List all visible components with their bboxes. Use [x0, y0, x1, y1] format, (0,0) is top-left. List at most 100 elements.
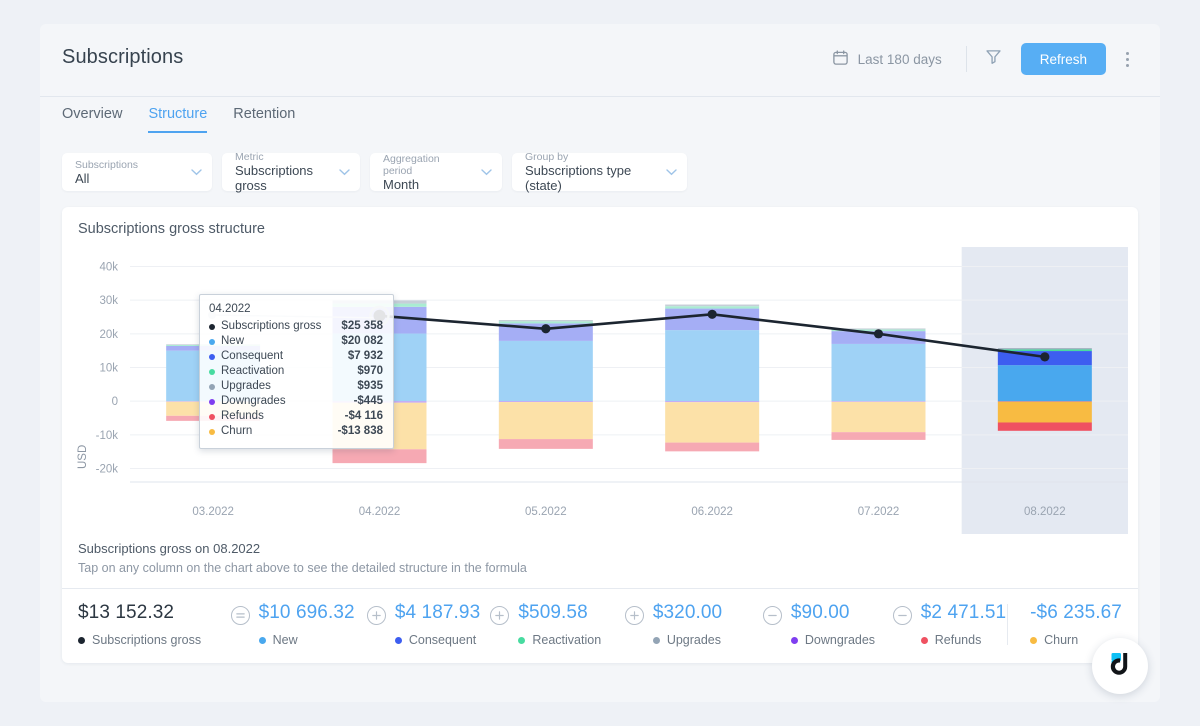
bar-segment-refunds[interactable]: [997, 422, 1092, 431]
tooltip-series-name: Consequent: [221, 350, 284, 362]
summary-item-list: $13 152.32 Subscriptions gross $10 696.32 N…: [78, 589, 1122, 663]
tab-structure[interactable]: Structure: [148, 97, 208, 133]
filter-bar: Subscriptions All Metric Subscriptions g…: [40, 139, 1160, 193]
y-axis-tick-label: 20k: [99, 329, 118, 341]
tooltip-row: Refunds -$4 116: [209, 409, 383, 424]
series-color-dot: [920, 636, 928, 644]
funnel-icon: [984, 47, 1003, 71]
dashly-logo-icon: [1105, 649, 1135, 684]
summary-legend: Downgrades: [790, 633, 876, 647]
select-group-by[interactable]: Group by Subscriptions type (state): [512, 151, 687, 193]
tooltip-series-value: $20 082: [341, 335, 383, 347]
tooltip-rows: Subscriptions gross $25 358 New $20 082 Cons…: [209, 319, 383, 439]
tooltip-series-value: -$445: [353, 395, 383, 407]
tooltip-series-name: Churn: [221, 425, 253, 437]
tooltip-title: 04.2022: [209, 303, 251, 315]
bar-segment-reactivation[interactable]: [498, 321, 593, 324]
bar-segment-refunds[interactable]: [831, 432, 926, 440]
more-options-button[interactable]: [1112, 42, 1142, 76]
summary-legend-label: Consequent: [408, 633, 477, 647]
bar-segment-downgrades[interactable]: [498, 401, 593, 403]
tooltip-series-value: -$4 116: [344, 410, 383, 422]
tooltip-series-name: Upgrades: [221, 380, 271, 392]
page-header: Subscriptions Last 180 days Refresh: [40, 24, 1160, 96]
summary-amount: $4 187.93: [394, 602, 481, 623]
header-toolbar: Last 180 days Refresh: [828, 42, 1142, 76]
bar-segment-downgrades[interactable]: [665, 401, 760, 403]
tooltip-series-value: -$13 838: [337, 425, 383, 437]
series-color-dot: [258, 636, 266, 644]
bar-segment-reactivation[interactable]: [997, 349, 1092, 352]
bar-segment-churn[interactable]: [498, 402, 593, 440]
line-point[interactable]: [707, 309, 717, 319]
series-color-dot: [209, 368, 215, 375]
summary-legend-label: Upgrades: [666, 633, 722, 647]
operator-plus-icon: [490, 606, 510, 625]
tooltip-series-name: New: [221, 335, 245, 347]
select-subscriptions[interactable]: Subscriptions All: [62, 153, 212, 191]
bar-segment-churn[interactable]: [997, 401, 1092, 423]
refresh-button[interactable]: Refresh: [1020, 43, 1106, 75]
summary-item: $10 696.32 New: [230, 602, 367, 647]
bar-segment-upgrades[interactable]: [498, 320, 593, 322]
bar-segment-new[interactable]: [997, 365, 1092, 402]
series-color-dot: [209, 323, 215, 330]
summary-amount: $10 696.32: [258, 602, 355, 623]
operator-minus-icon: [762, 606, 782, 625]
line-point[interactable]: [1040, 352, 1050, 362]
bar-segment-new[interactable]: [498, 340, 593, 402]
select-metric-label: Metric: [235, 151, 264, 163]
chevron-down-icon: [339, 168, 350, 176]
filter-button[interactable]: [977, 42, 1011, 76]
summary-legend-label: Subscriptions gross: [92, 633, 202, 647]
select-aggregation-period-value: Month: [383, 176, 420, 192]
help-widget-button[interactable]: [1092, 638, 1148, 694]
summary-item: $509.58 Reactivation: [490, 602, 624, 647]
series-color-dot: [209, 413, 215, 420]
select-aggregation-period-label: Aggregation period: [383, 152, 440, 177]
select-metric[interactable]: Metric Subscriptions gross: [222, 151, 360, 193]
line-point[interactable]: [873, 329, 884, 339]
y-axis-tick-label: 30k: [99, 295, 118, 307]
series-color-dot: [209, 338, 215, 345]
summary-legend: Refunds: [920, 633, 1006, 647]
line-point[interactable]: [541, 324, 551, 334]
bar-segment-churn[interactable]: [665, 402, 760, 443]
operator-plus-icon: [366, 606, 386, 625]
summary-legend-label: Downgrades: [804, 633, 876, 647]
summary-legend: Upgrades: [652, 633, 722, 647]
bar-segment-churn[interactable]: [831, 401, 926, 433]
series-color-dot: [652, 636, 660, 644]
chevron-down-icon: [191, 168, 202, 176]
x-axis-tick-label: 08.2022: [1024, 506, 1066, 518]
bar-segment-refunds[interactable]: [498, 439, 593, 449]
select-subscriptions-value: All: [75, 170, 90, 186]
tooltip-series-value: $935: [357, 380, 383, 392]
bar-segment-refunds[interactable]: [332, 449, 427, 464]
chart-card-title: Subscriptions gross structure: [78, 221, 265, 237]
series-color-dot: [209, 383, 215, 390]
bar-segment-upgrades[interactable]: [665, 304, 760, 307]
x-axis-tick-label: 07.2022: [858, 506, 900, 518]
summary-amount: $90.00: [790, 602, 850, 623]
select-aggregation-period[interactable]: Aggregation period Month: [370, 152, 502, 192]
bar-segment-reactivation[interactable]: [665, 306, 760, 309]
bar-segment-upgrades[interactable]: [997, 348, 1092, 350]
operator-equal-icon: [230, 606, 250, 625]
series-color-dot: [518, 636, 526, 644]
bar-segment-refunds[interactable]: [665, 442, 760, 452]
summary-amount: $2 471.51: [920, 602, 1007, 623]
bar-segment-new[interactable]: [665, 330, 760, 402]
y-axis-tick-label: 0: [112, 396, 118, 408]
summary-item: -$6 235.67 Churn: [1008, 602, 1122, 647]
tab-retention[interactable]: Retention: [233, 97, 295, 133]
bar-segment-new[interactable]: [831, 343, 926, 402]
operator-minus-icon: [892, 606, 912, 625]
tooltip-series-name: Downgrades: [221, 395, 286, 407]
bar-segment-downgrades[interactable]: [831, 401, 926, 402]
date-range-picker[interactable]: Last 180 days: [828, 42, 956, 76]
series-color-dot: [790, 636, 798, 644]
summary-amount: $320.00: [652, 602, 723, 623]
date-range-label: Last 180 days: [857, 51, 942, 67]
tab-overview[interactable]: Overview: [62, 97, 122, 133]
